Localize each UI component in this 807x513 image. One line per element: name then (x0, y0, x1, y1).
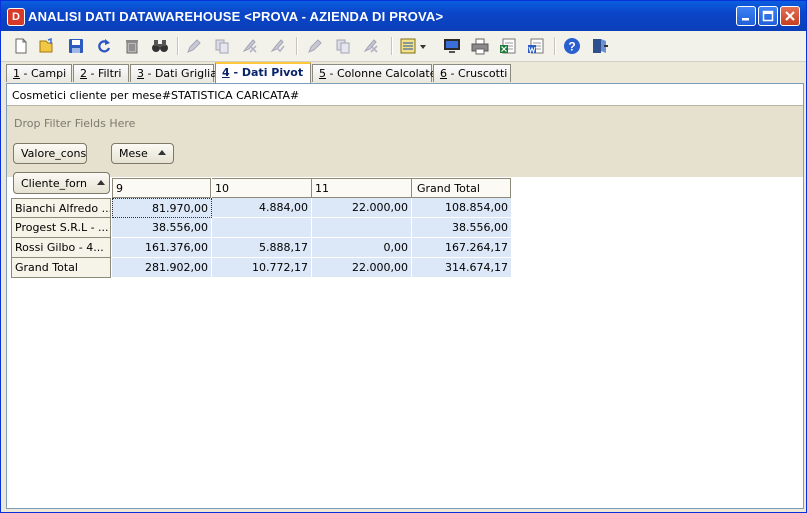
tab-filtri[interactable]: 2 - Filtri (73, 64, 129, 82)
cancel-x-icon[interactable] (362, 37, 380, 55)
maximize-button[interactable] (758, 6, 778, 26)
list-dropdown-icon[interactable] (399, 37, 429, 55)
value-cell[interactable] (312, 218, 412, 238)
data-field-valore-cons[interactable]: Valore_cons (13, 143, 87, 164)
column-header-grand-total[interactable]: Grand Total (412, 178, 511, 198)
value-cell[interactable]: 4.884,00 (212, 198, 312, 218)
maximize-icon (762, 10, 774, 22)
toolbar: ? (1, 31, 806, 62)
monitor-icon[interactable] (443, 37, 461, 55)
filter-drop-area[interactable]: Drop Filter Fields Here (7, 106, 803, 140)
value-cell[interactable]: 38.556,00 (112, 218, 212, 238)
open-folder-icon[interactable] (37, 37, 55, 55)
help-icon[interactable]: ? (563, 37, 581, 55)
edit-pencil-icon[interactable] (306, 37, 324, 55)
trash-icon[interactable] (123, 37, 141, 55)
row-header[interactable]: Progest S.R.L - ... (11, 218, 111, 238)
data-field-area: Valore_cons Mese (7, 139, 803, 177)
sort-ascending-icon (157, 150, 166, 155)
value-cell[interactable]: 38.556,00 (412, 218, 512, 238)
grand-total-cell[interactable]: 22.000,00 (312, 258, 412, 278)
cancel-x-icon[interactable] (241, 37, 259, 55)
row-field-cliente-forn[interactable]: Cliente_forn (13, 172, 110, 194)
toolbar-separator (296, 37, 298, 55)
pivot-panel: Cosmetici cliente per mese#STATISTICA CA… (6, 83, 804, 509)
value-cell[interactable]: 108.854,00 (412, 198, 512, 218)
value-cell[interactable] (212, 218, 312, 238)
copy-icon[interactable] (213, 37, 231, 55)
app-icon[interactable]: D (7, 8, 25, 26)
value-cell[interactable]: 167.264,17 (412, 238, 512, 258)
tab-cruscotti[interactable]: 6 - Cruscotti (433, 64, 511, 82)
column-header-11[interactable]: 11 (312, 178, 412, 198)
svg-text:?: ? (568, 40, 575, 54)
binoculars-icon[interactable] (151, 37, 169, 55)
toolbar-separator (554, 37, 556, 55)
toolbar-separator (177, 37, 179, 55)
filter-drop-hint: Drop Filter Fields Here (14, 117, 136, 130)
exit-door-icon[interactable] (591, 37, 609, 55)
minimize-icon (742, 18, 749, 21)
excel-export-icon[interactable] (499, 37, 517, 55)
tab-dati-griglia[interactable]: 3 - Dati Griglia (130, 64, 217, 82)
value-cell[interactable]: 81.970,00 (112, 198, 212, 218)
toolbar-separator (391, 37, 393, 55)
copy-icon[interactable] (334, 37, 352, 55)
new-document-icon[interactable] (12, 37, 30, 55)
value-cell[interactable]: 161.376,00 (112, 238, 212, 258)
column-header-9[interactable]: 9 (112, 178, 211, 198)
confirm-check-icon[interactable] (269, 37, 287, 55)
main-window: D ANALISI DATI DATAWAREHOUSE <PROVA - AZ… (0, 0, 807, 513)
value-cell[interactable]: 0,00 (312, 238, 412, 258)
title-bar[interactable]: D ANALISI DATI DATAWAREHOUSE <PROVA - AZ… (1, 1, 806, 31)
grand-total-row-header[interactable]: Grand Total (11, 258, 111, 278)
word-export-icon[interactable] (527, 37, 545, 55)
printer-icon[interactable] (471, 37, 489, 55)
column-field-mese[interactable]: Mese (111, 143, 174, 164)
column-header-10[interactable]: 10 (212, 178, 312, 198)
tab-colonne-calcolate[interactable]: 5 - Colonne Calcolate (312, 64, 437, 82)
row-header[interactable]: Bianchi Alfredo ... (11, 198, 111, 218)
tab-bar: 1 - Campi 2 - Filtri 3 - Dati Griglia 4 … (1, 62, 806, 83)
grand-total-cell[interactable]: 281.902,00 (112, 258, 212, 278)
sort-ascending-icon (97, 180, 106, 185)
refresh-icon[interactable] (95, 37, 113, 55)
grand-total-cell[interactable]: 314.674,17 (412, 258, 512, 278)
edit-pencil-icon[interactable] (185, 37, 203, 55)
save-disk-icon[interactable] (67, 37, 85, 55)
close-icon (785, 11, 795, 21)
close-button[interactable] (780, 6, 800, 26)
tab-dati-pivot[interactable]: 4 - Dati Pivot (215, 62, 311, 83)
value-cell[interactable]: 22.000,00 (312, 198, 412, 218)
tab-campi[interactable]: 1 - Campi (6, 64, 72, 82)
minimize-button[interactable] (736, 6, 756, 26)
grand-total-cell[interactable]: 10.772,17 (212, 258, 312, 278)
pivot-caption: Cosmetici cliente per mese#STATISTICA CA… (7, 84, 803, 106)
window-title: ANALISI DATI DATAWAREHOUSE <PROVA - AZIE… (28, 9, 444, 24)
value-cell[interactable]: 5.888,17 (212, 238, 312, 258)
row-header[interactable]: Rossi Gilbo - 4... (11, 238, 111, 258)
